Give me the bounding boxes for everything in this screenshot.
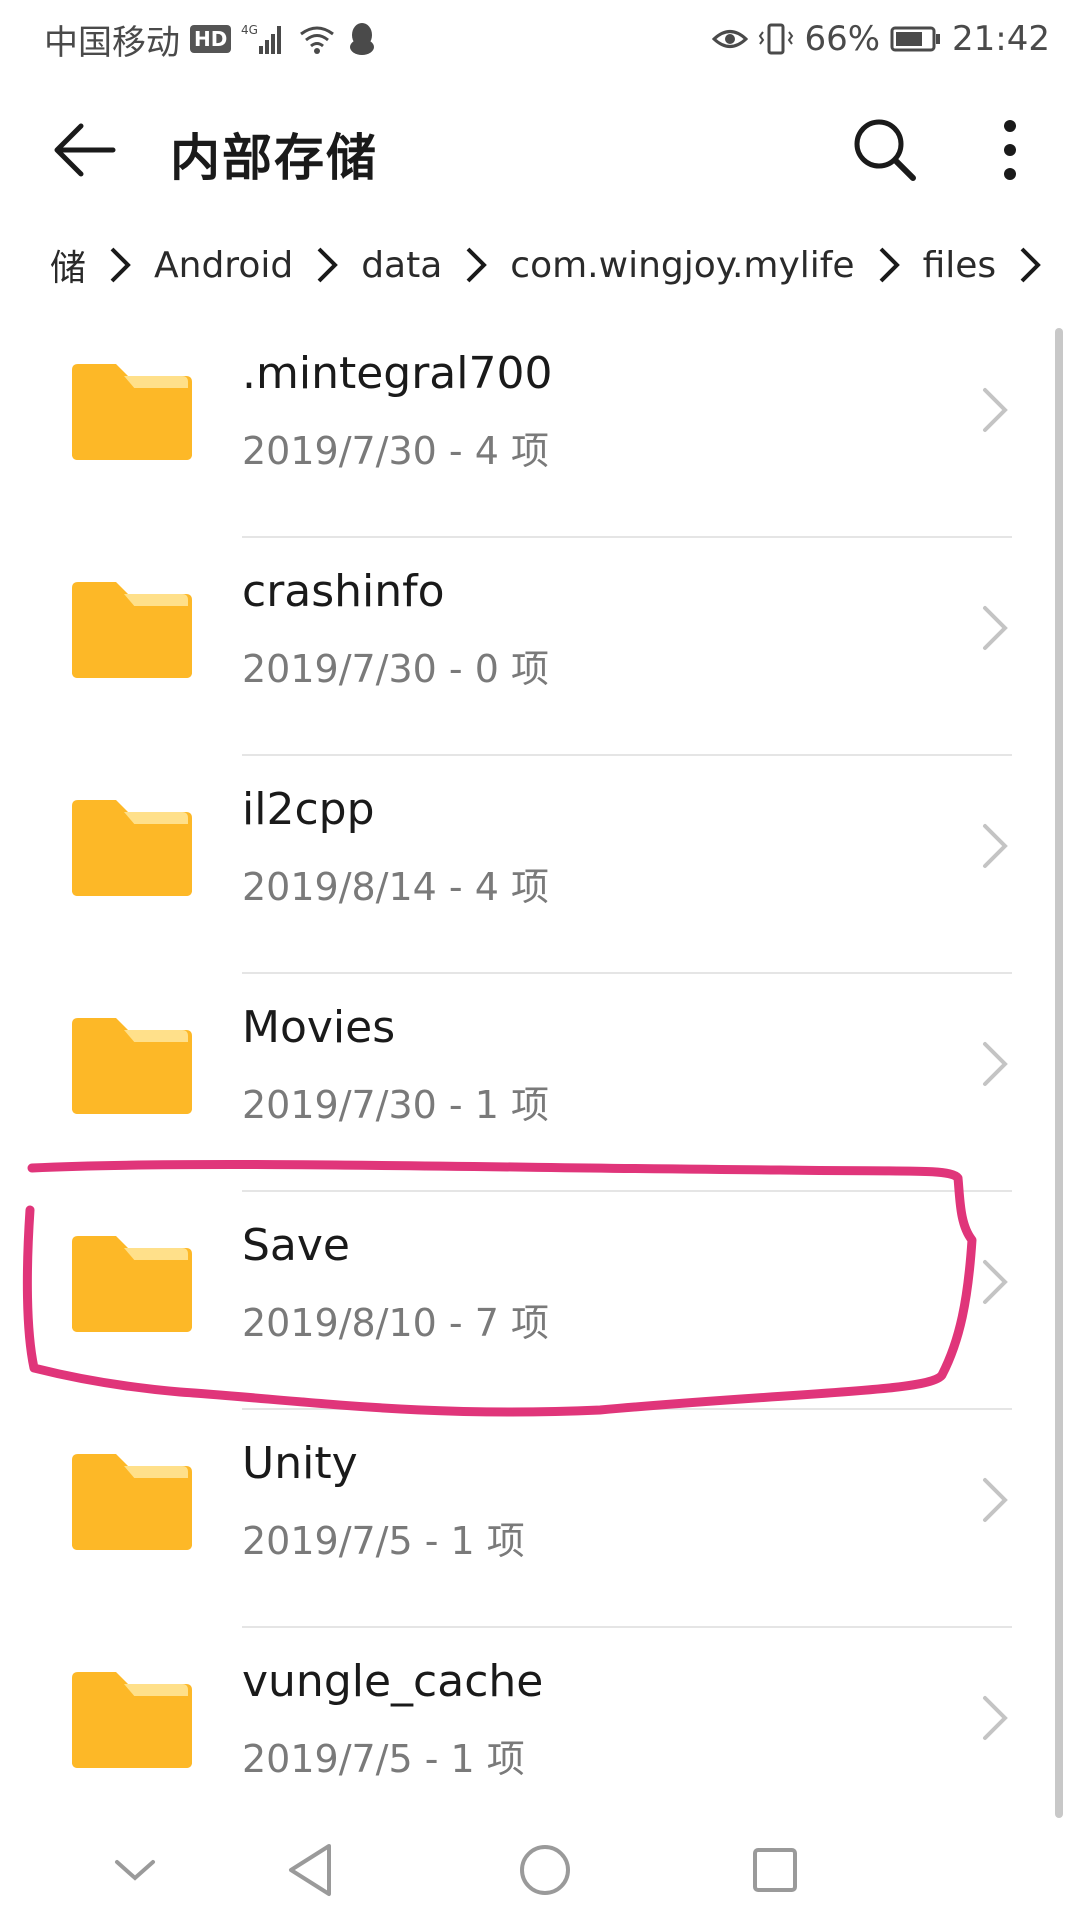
breadcrumb-item-package[interactable]: com.wingjoy.mylife (506, 245, 858, 286)
chevron-right-icon (1000, 235, 1060, 295)
wifi-icon (297, 22, 337, 56)
scrollbar[interactable] (1055, 328, 1063, 1818)
folder-meta: 2019/7/30 - 4 项 (242, 429, 549, 473)
chevron-right-icon (90, 235, 150, 295)
folder-icon (72, 1236, 192, 1332)
folder-name: Save (242, 1220, 351, 1271)
chevron-right-icon (983, 1042, 1008, 1086)
search-icon (854, 119, 916, 181)
folder-row[interactable]: .mintegral700 2019/7/30 - 4 项 (0, 320, 1060, 538)
folder-row[interactable]: Save 2019/8/10 - 7 项 (0, 1192, 1060, 1410)
status-left: 中国移动 HD 4G (44, 14, 377, 64)
folder-row[interactable]: Unity 2019/7/5 - 1 项 (0, 1410, 1060, 1628)
folder-meta: 2019/7/30 - 0 项 (242, 647, 549, 691)
chevron-right-icon (297, 235, 357, 295)
chevron-right-icon (983, 824, 1008, 868)
folder-name: Unity (242, 1438, 358, 1489)
folder-icon (72, 1454, 192, 1550)
chevron-right-icon (446, 235, 506, 295)
search-button[interactable] (840, 110, 930, 190)
hd-badge: HD (190, 25, 232, 53)
back-nav-button[interactable] (265, 1830, 355, 1910)
folder-icon (72, 582, 192, 678)
folder-meta: 2019/7/30 - 1 项 (242, 1083, 549, 1127)
chevron-right-icon (983, 606, 1008, 650)
folder-name: il2cpp (242, 784, 375, 835)
triangle-back-icon (289, 1844, 331, 1896)
breadcrumb-item-data[interactable]: data (357, 245, 446, 286)
folder-name: crashinfo (242, 566, 445, 617)
battery-percent: 66% (804, 19, 881, 59)
folder-meta: 2019/8/10 - 7 项 (242, 1301, 549, 1345)
folder-meta: 2019/7/5 - 1 项 (242, 1519, 525, 1563)
chevron-right-icon (983, 1696, 1008, 1740)
folder-meta: 2019/7/5 - 1 项 (242, 1737, 525, 1781)
square-recents-icon (753, 1848, 797, 1892)
folder-icon (72, 800, 192, 896)
home-nav-button[interactable] (500, 1830, 590, 1910)
chevron-right-icon (983, 388, 1008, 432)
hide-nav-button[interactable] (90, 1830, 180, 1910)
folder-icon (72, 364, 192, 460)
folder-row[interactable]: vungle_cache 2019/7/5 - 1 项 (0, 1628, 1060, 1846)
chevron-right-icon (859, 235, 919, 295)
circle-home-icon (520, 1845, 570, 1895)
folder-name: .mintegral700 (242, 348, 553, 399)
folder-row[interactable]: il2cpp 2019/8/14 - 4 项 (0, 756, 1060, 974)
folder-icon (72, 1672, 192, 1768)
folder-meta: 2019/8/14 - 4 项 (242, 865, 549, 909)
status-right: 66% 21:42 (712, 14, 1050, 64)
recents-nav-button[interactable] (730, 1830, 820, 1910)
status-bar: 中国移动 HD 4G 66% 21:42 (0, 0, 1080, 80)
folder-row[interactable]: Movies 2019/7/30 - 1 项 (0, 974, 1060, 1192)
network-type-label: 4G (241, 23, 258, 37)
app-bar: 内部存储 (0, 80, 1080, 220)
breadcrumb-item-storage[interactable]: 储 (46, 239, 90, 291)
folder-name: vungle_cache (242, 1656, 544, 1707)
vibrate-icon (758, 22, 794, 56)
folder-name: Movies (242, 1002, 396, 1053)
back-button[interactable] (40, 110, 130, 190)
file-list: .mintegral700 2019/7/30 - 4 项 crashinfo 201… (0, 320, 1060, 1846)
eye-comfort-icon (712, 24, 749, 54)
more-vertical-icon (1004, 120, 1016, 180)
battery-icon (890, 25, 942, 53)
breadcrumb-item-android[interactable]: Android (150, 245, 297, 286)
carrier-label: 中国移动 (44, 22, 180, 63)
qq-penguin-icon (347, 21, 377, 57)
arrow-left-icon (54, 123, 116, 177)
page-title: 内部存储 (170, 129, 378, 187)
navigation-bar (0, 1820, 1080, 1920)
breadcrumb: 储 Android data com.wingjoy.mylife files (0, 225, 1080, 305)
screen: 中国移动 HD 4G 66% 21:42 内部存储 储 Android data… (0, 0, 1080, 1920)
clock: 21:42 (952, 19, 1050, 59)
more-options-button[interactable] (975, 110, 1045, 190)
folder-row[interactable]: crashinfo 2019/7/30 - 0 项 (0, 538, 1060, 756)
chevron-right-icon (983, 1478, 1008, 1522)
signal-icon: 4G (241, 22, 287, 56)
chevron-right-icon (983, 1260, 1008, 1304)
folder-icon (72, 1018, 192, 1114)
chevron-down-icon (115, 1860, 155, 1881)
breadcrumb-item-files[interactable]: files (919, 245, 1001, 286)
